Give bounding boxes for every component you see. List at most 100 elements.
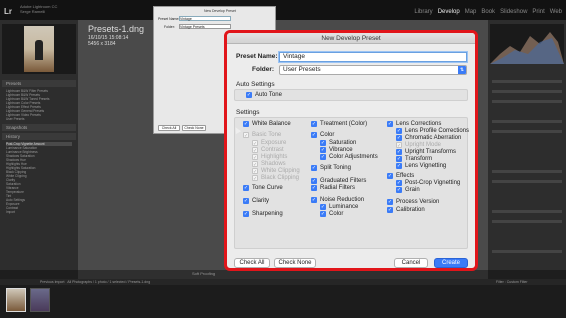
module-web[interactable]: Web: [550, 9, 562, 15]
bg-dialog-title: New Develop Preset: [204, 9, 236, 13]
bg-check-all-button[interactable]: Check All: [158, 125, 180, 131]
checkmark-icon: ✓: [387, 199, 393, 205]
white-balance-checkbox[interactable]: ✓ White Balance: [243, 121, 291, 127]
upright-mode-checkbox[interactable]: ✓ Upright Mode: [396, 142, 441, 149]
module-book[interactable]: Book: [481, 9, 495, 15]
graduated-filters-checkbox[interactable]: ✓ Graduated Filters: [311, 178, 366, 184]
check-none-button[interactable]: Check None: [274, 258, 316, 268]
preset-folder[interactable]: User Presets: [6, 117, 72, 121]
module-library[interactable]: Library: [414, 9, 432, 15]
chromatic-aberration-checkbox[interactable]: ✓ Chromatic Aberration: [396, 135, 461, 141]
history-item[interactable]: Import: [6, 210, 72, 214]
highlights-checkbox[interactable]: ✓ Highlights: [252, 154, 287, 161]
panel-slider[interactable]: [492, 130, 562, 133]
black-clipping-checkbox[interactable]: ✓ Black Clipping: [252, 175, 299, 182]
bg-preset-name-input[interactable]: Vintage: [179, 16, 231, 21]
histogram: [490, 24, 564, 64]
module-map[interactable]: Map: [465, 9, 477, 15]
luminance-checkbox[interactable]: ✓ Luminance: [320, 204, 358, 210]
color-adjustments-label: Color Adjustments: [329, 154, 378, 160]
identity-plate: Adobe Lightroom CC Serge Ramelli: [20, 4, 57, 14]
noise-reduction-checkbox[interactable]: ✓ Noise Reduction: [311, 197, 364, 203]
process-version-label: Process Version: [396, 199, 440, 205]
clarity-label: Clarity: [252, 198, 270, 204]
module-picker: Library Develop Map Book Slideshow Print Web: [409, 9, 562, 15]
panel-slider[interactable]: [492, 100, 562, 103]
vibrance-checkbox[interactable]: ✓ Vibrance: [320, 147, 353, 153]
split-toning-checkbox[interactable]: ✓ Split Toning: [311, 165, 351, 171]
soft-proofing-toggle[interactable]: Soft Proofing: [192, 271, 215, 276]
snapshots-panel-header[interactable]: Snapshots: [2, 124, 76, 131]
checkmark-icon: ✓: [252, 140, 258, 147]
navigator-preview: [2, 24, 76, 74]
clarity-checkbox[interactable]: ✓ Clarity: [243, 198, 269, 204]
folder-label: Folder:: [252, 66, 275, 73]
radial-filters-checkbox[interactable]: ✓ Radial Filters: [311, 185, 355, 191]
tone-curve-checkbox[interactable]: ✓ Tone Curve: [243, 185, 283, 191]
photo-dimensions: 5456 x 3184: [88, 41, 116, 47]
checkmark-icon: ✓: [396, 180, 402, 186]
post-crop-vignetting-checkbox[interactable]: ✓ Post-Crop Vignetting: [396, 180, 460, 186]
create-button[interactable]: Create: [434, 258, 468, 268]
checkmark-icon: ✓: [320, 147, 326, 153]
panel-slider[interactable]: [492, 80, 562, 83]
bg-check-none-button[interactable]: Check None: [182, 125, 206, 131]
upright-transforms-label: Upright Transforms: [405, 149, 457, 155]
sharpening-label: Sharpening: [252, 211, 283, 217]
color-adjustments-checkbox[interactable]: ✓ Color Adjustments: [320, 154, 378, 160]
upright-transforms-checkbox[interactable]: ✓ Upright Transforms: [396, 149, 456, 155]
panel-slider[interactable]: [492, 220, 562, 223]
nr-color-checkbox[interactable]: ✓ Color: [320, 211, 343, 217]
graduated-filters-label: Graduated Filters: [320, 178, 367, 184]
filmstrip-thumbnail[interactable]: [6, 288, 26, 312]
shadows-label: Shadows: [261, 161, 286, 167]
split-toning-label: Split Toning: [320, 165, 351, 171]
panel-slider[interactable]: [492, 90, 562, 93]
sharpening-checkbox[interactable]: ✓ Sharpening: [243, 211, 283, 217]
transform-label: Transform: [405, 156, 433, 162]
panel-slider[interactable]: [492, 210, 562, 213]
transform-checkbox[interactable]: ✓ Transform: [396, 156, 432, 162]
grain-checkbox[interactable]: ✓ Grain: [396, 187, 420, 193]
module-print[interactable]: Print: [532, 9, 544, 15]
filmstrip-filter[interactable]: Filter : Custom Filter: [496, 280, 528, 284]
panel-slider[interactable]: [492, 180, 562, 183]
process-version-checkbox[interactable]: ✓ Process Version: [387, 199, 439, 205]
lens-vignetting-checkbox[interactable]: ✓ Lens Vignetting: [396, 163, 446, 169]
lens-corrections-checkbox[interactable]: ✓ Lens Corrections: [387, 121, 441, 127]
history-panel-header[interactable]: History: [2, 133, 76, 140]
lightroom-window: Lr Adobe Lightroom CC Serge Ramelli Libr…: [0, 0, 566, 318]
effects-checkbox[interactable]: ✓ Effects: [387, 173, 414, 179]
calibration-checkbox[interactable]: ✓ Calibration: [387, 207, 425, 213]
lens-profile-checkbox[interactable]: ✓ Lens Profile Corrections: [396, 128, 469, 134]
filmstrip-source-label: Previous Import: [40, 280, 65, 284]
check-all-button[interactable]: Check All: [234, 258, 270, 268]
preset-name-label: Preset Name:: [236, 53, 278, 60]
white-clipping-checkbox[interactable]: ✓ White Clipping: [252, 168, 300, 175]
panel-slider[interactable]: [492, 250, 562, 253]
effects-label: Effects: [396, 173, 415, 179]
panel-slider[interactable]: [492, 170, 562, 173]
module-slideshow[interactable]: Slideshow: [500, 9, 527, 15]
bg-preset-name-label: Preset Name:: [158, 17, 180, 21]
folder-select[interactable]: User Presets ⇅: [279, 65, 467, 75]
panel-slider[interactable]: [492, 120, 562, 123]
exposure-checkbox[interactable]: ✓ Exposure: [252, 140, 286, 147]
bg-folder-select[interactable]: Vintage Presets: [179, 24, 231, 29]
saturation-checkbox[interactable]: ✓ Saturation: [320, 140, 356, 146]
checkmark-icon: ✓: [311, 132, 317, 138]
filter-label: Filter :: [496, 280, 506, 284]
auto-tone-checkbox[interactable]: ✓ Auto Tone: [246, 92, 282, 98]
presets-panel-header[interactable]: Presets: [2, 80, 76, 87]
shadows-checkbox[interactable]: ✓ Shadows: [252, 161, 286, 168]
treatment-checkbox[interactable]: ✓ Treatment (Color): [311, 121, 367, 127]
color-checkbox[interactable]: ✓ Color: [311, 132, 334, 138]
checkmark-icon: ✓: [243, 211, 249, 217]
contrast-checkbox[interactable]: ✓ Contrast: [252, 147, 284, 154]
preset-name-input[interactable]: Vintage: [279, 52, 467, 62]
cancel-button[interactable]: Cancel: [394, 258, 428, 268]
module-develop[interactable]: Develop: [438, 9, 460, 15]
basic-tone-checkbox[interactable]: ✓ Basic Tone: [243, 132, 281, 139]
filmstrip-source[interactable]: Previous Import All Photographs / 1 phot…: [40, 280, 150, 284]
filmstrip-thumbnail[interactable]: [30, 288, 50, 312]
